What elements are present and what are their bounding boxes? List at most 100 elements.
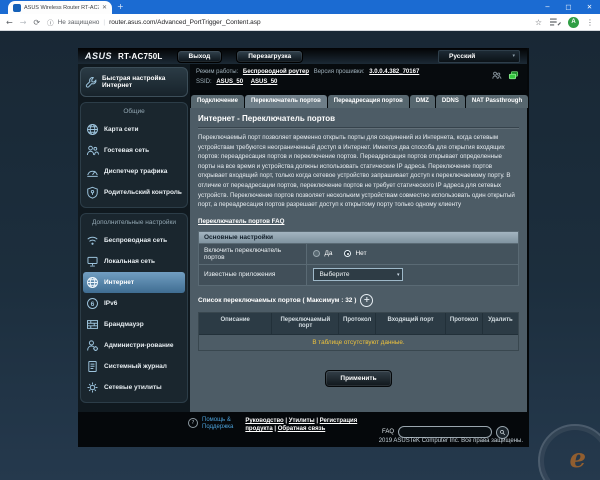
browser-menu-icon[interactable]: ⋮	[586, 18, 594, 27]
sidebar-item-network-tools[interactable]: Сетевые утилиты	[83, 377, 185, 398]
help-icon: ?	[188, 418, 198, 428]
faq-search-input[interactable]	[398, 426, 492, 438]
sidebar-item-firewall[interactable]: Брандмауэр	[83, 314, 185, 335]
sidebar-item-lan[interactable]: Локальная сеть	[83, 251, 185, 272]
quick-setup-button[interactable]: Быстрая настройка Интернет	[80, 67, 188, 97]
network-status-icon[interactable]	[508, 70, 519, 81]
tab-close-icon[interactable]: ✕	[102, 4, 107, 11]
trigger-ports-table: Описание Переключаемый порт Протокол Входящ…	[198, 311, 519, 352]
forward-icon[interactable]: →	[20, 18, 27, 27]
chevron-down-icon: ▾	[396, 271, 400, 278]
router-ui-frame: ASUS RT-AC750L Выход Перезагрузка Русски…	[78, 48, 529, 447]
window-close-button[interactable]: ✕	[579, 0, 600, 14]
sidebar-item-label: Сетевые утилиты	[104, 383, 162, 391]
browser-tab[interactable]: ASUS Wireless Router RT-AC750 ✕	[8, 1, 112, 14]
add-row-icon[interactable]: +	[360, 293, 374, 307]
sidebar-item-label: Системный журнал	[104, 362, 167, 370]
sidebar-item-label: Родительский контроль	[104, 188, 182, 196]
page-background: ASUS RT-AC750L Выход Перезагрузка Русски…	[0, 31, 600, 480]
ssid-link-1[interactable]: ASUS_50	[216, 79, 243, 85]
firmware-link[interactable]: 3.0.0.4.382_70167	[369, 69, 419, 75]
tab-ddns[interactable]: DDNS	[435, 95, 465, 108]
wan-icon	[86, 276, 99, 289]
reading-list-icon[interactable]	[549, 17, 561, 27]
known-apps-select[interactable]: Выберите ▾	[313, 268, 404, 282]
language-select[interactable]: Русский ▾	[438, 49, 520, 63]
sidebar-item-label: Диспетчер трафика	[104, 167, 168, 175]
sidebar-item-network-map[interactable]: Карта сети	[83, 119, 185, 140]
bookmark-star-icon[interactable]: ☆	[535, 18, 542, 27]
info-icon[interactable]: ⓘ	[47, 17, 54, 27]
search-icon[interactable]	[496, 425, 509, 439]
table-header-cell: Удалить	[488, 316, 513, 323]
profile-avatar[interactable]: A	[568, 16, 579, 28]
sidebar: Быстрая настройка Интернет Общие Карта се…	[78, 64, 190, 412]
window-minimize-button[interactable]: ─	[537, 0, 558, 14]
sidebar-item-wan[interactable]: Интернет	[83, 272, 185, 293]
faq-link[interactable]: Переключатель портов FAQ	[198, 218, 284, 225]
sidebar-item-guest-network[interactable]: Гостевая сеть	[83, 140, 185, 161]
watermark-logo: e	[520, 420, 600, 480]
apply-button[interactable]: Применить	[325, 370, 392, 388]
radio-no-label[interactable]: Нет	[355, 250, 366, 257]
lan-icon	[86, 255, 99, 268]
sidebar-item-parental-control[interactable]: Родительский контроль	[83, 182, 185, 203]
table-header-cell: Переключаемый порт	[272, 312, 340, 335]
ipv6-icon: 6	[86, 297, 99, 310]
help-support-link[interactable]: Помощь & Поддержка	[202, 417, 233, 447]
network-tools-icon	[86, 381, 99, 394]
sidebar-item-label: Интернет	[104, 278, 135, 286]
footer-links: Руководство | Утилиты | Регистрация прод…	[245, 418, 358, 433]
status-band: Режим работы: Беспроводной роутер Версия…	[190, 64, 527, 90]
table-header-cell: Протокол	[339, 312, 377, 335]
tab-dmz[interactable]: DMZ	[409, 95, 435, 108]
sidebar-item-wireless[interactable]: Беспроводная сеть	[83, 230, 185, 251]
clients-icon[interactable]	[491, 70, 502, 81]
sidebar-item-admin[interactable]: Администри-рование	[83, 335, 185, 356]
new-tab-button[interactable]: +	[117, 2, 124, 11]
browser-titlebar: ASUS Wireless Router RT-AC750 ✕ + ─ □ ✕	[0, 0, 600, 14]
reload-icon[interactable]: ⟳	[33, 18, 40, 27]
sidebar-item-label: Беспроводная сеть	[104, 236, 168, 244]
wrench-icon	[85, 76, 97, 88]
basic-settings-table: Основные настройки Включить переключател…	[198, 230, 519, 286]
omnibox[interactable]: ⓘ Не защищено | router.asus.com/Advanced…	[47, 17, 261, 28]
radio-yes-label[interactable]: Да	[324, 250, 332, 257]
sidebar-item-label: Гостевая сеть	[104, 146, 150, 154]
syslog-icon	[86, 360, 99, 373]
sidebar-sections: Общие Карта сети Гостевая сеть Диспетчер тр…	[80, 102, 188, 403]
window-maximize-button[interactable]: □	[558, 0, 579, 14]
sidebar-item-traffic-manager[interactable]: Диспетчер трафика	[83, 161, 185, 182]
trigger-list-title: Список переключаемых портов ( Максимум :…	[198, 296, 357, 304]
mode-label: Режим работы:	[196, 69, 239, 75]
tab-переадресация-портов[interactable]: Переадресация портов	[327, 95, 409, 108]
asus-favicon	[13, 3, 21, 12]
sidebar-section: Дополнительные настройки Беспроводная сет…	[80, 213, 188, 403]
copyright-text: 2019 ASUSTeK Computer Inc. Все права защ…	[378, 438, 523, 444]
sidebar-item-ipv6[interactable]: 6 IPv6	[83, 293, 185, 314]
faq-label: FAQ	[381, 429, 394, 435]
logout-button[interactable]: Выход	[176, 49, 223, 63]
svg-text:6: 6	[91, 301, 95, 308]
url-text: router.asus.com/Advanced_PortTrigger_Con…	[109, 18, 261, 26]
tab-подключение[interactable]: Подключение	[191, 95, 244, 108]
wireless-icon	[86, 234, 99, 247]
sidebar-item-label: Локальная сеть	[104, 257, 155, 265]
firewall-icon	[86, 318, 99, 331]
radio-yes[interactable]	[313, 250, 321, 258]
sidebar-item-syslog[interactable]: Системный журнал	[83, 356, 185, 377]
tab-переключатель-портов[interactable]: Переключатель портов	[244, 95, 327, 108]
table-header-cell: Описание	[199, 312, 273, 335]
tab-title: ASUS Wireless Router RT-AC750	[24, 4, 99, 11]
footer-link-1[interactable]: Утилиты	[289, 418, 315, 424]
reboot-button[interactable]: Перезагрузка	[236, 49, 304, 63]
footer-link-0[interactable]: Руководство	[245, 418, 283, 424]
tab-nat-passthrough[interactable]: NAT Passthrough	[465, 95, 529, 108]
radio-no[interactable]	[344, 250, 352, 258]
mode-link[interactable]: Беспроводной роутер	[243, 69, 309, 75]
ssid-link-2[interactable]: ASUS_50	[251, 79, 278, 85]
footer-link-3[interactable]: Обратная связь	[278, 426, 326, 432]
router-model: RT-AC750L	[118, 51, 163, 61]
security-label: Не защищено	[57, 18, 100, 26]
back-icon[interactable]: ←	[6, 18, 13, 27]
